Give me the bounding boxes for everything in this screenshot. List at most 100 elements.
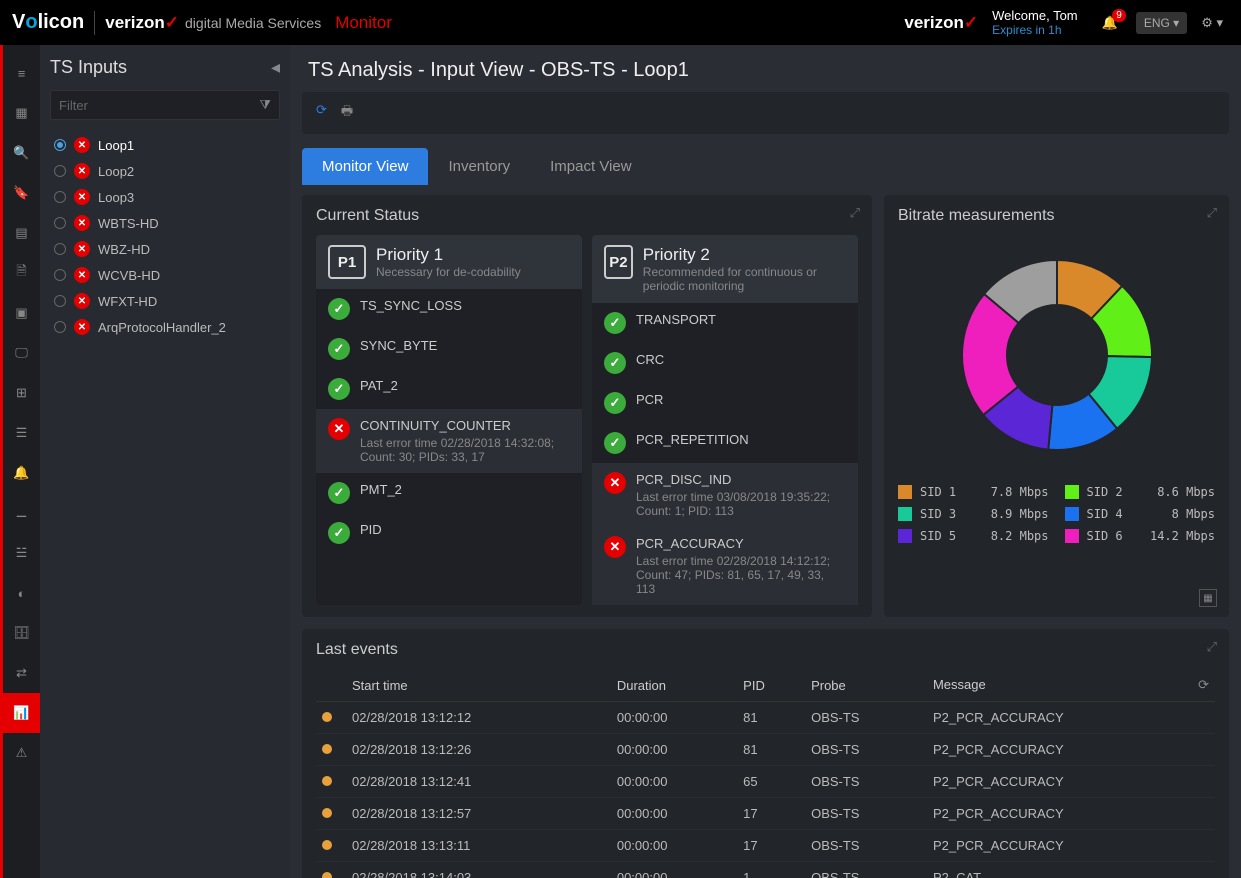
- filter-placeholder: Filter: [59, 98, 88, 113]
- main-area: TS Analysis - Input View - OBS-TS - Loop…: [290, 45, 1241, 878]
- expand-status-button[interactable]: ⤢: [850, 205, 860, 221]
- check-label: CONTINUITY_COUNTER: [360, 418, 570, 433]
- sidebar-item-WBZ-HD[interactable]: ✕ WBZ-HD: [50, 236, 280, 262]
- event-start: 02/28/2018 13:12:26: [346, 734, 611, 766]
- event-row[interactable]: 02/28/2018 13:12:26 00:00:00 81 OBS-TS P…: [316, 734, 1215, 766]
- col-probe[interactable]: Probe: [805, 669, 927, 702]
- check-label: PCR_DISC_IND: [636, 472, 846, 487]
- event-message: P2_PCR_ACCURACY: [927, 798, 1215, 830]
- p2-badge: P2: [604, 245, 633, 279]
- check-icon: ✓: [328, 522, 350, 544]
- check-SYNC_BYTE[interactable]: ✓ SYNC_BYTE: [316, 329, 582, 369]
- check-label: CRC: [636, 352, 664, 367]
- sidebar-item-label: Loop2: [98, 164, 134, 179]
- sidebar-item-Loop3[interactable]: ✕ Loop3: [50, 184, 280, 210]
- sidebar-item-ArqProtocolHandler_2[interactable]: ✕ ArqProtocolHandler_2: [50, 314, 280, 340]
- sidebar-item-label: WFXT-HD: [98, 294, 157, 309]
- tab-impact-view[interactable]: Impact View: [530, 148, 651, 185]
- legend-name: SID 5: [920, 529, 956, 543]
- rail-alarm[interactable]: ⚠: [2, 733, 42, 773]
- rail-voice[interactable]: ⚊: [2, 493, 42, 533]
- radio-icon: [54, 269, 66, 281]
- notifications-button[interactable]: 🔔 9: [1102, 15, 1118, 31]
- event-row[interactable]: 02/28/2018 13:13:11 00:00:00 17 OBS-TS P…: [316, 830, 1215, 862]
- rail-analysis[interactable]: 📊: [2, 693, 42, 733]
- expand-bitrate-button[interactable]: ⤢: [1207, 205, 1217, 221]
- check-TS_SYNC_LOSS[interactable]: ✓ TS_SYNC_LOSS: [316, 289, 582, 329]
- check-icon: ✓: [328, 298, 350, 320]
- check-PCR_DISC_IND[interactable]: ✕ PCR_DISC_IND Last error time 03/08/201…: [592, 463, 858, 527]
- refresh-button[interactable]: ⟳: [316, 102, 327, 124]
- rail-table[interactable]: ▤: [2, 213, 42, 253]
- event-row[interactable]: 02/28/2018 13:12:12 00:00:00 81 OBS-TS P…: [316, 702, 1215, 734]
- check-PID[interactable]: ✓ PID: [316, 513, 582, 553]
- refresh-events-button[interactable]: ⟳: [1198, 677, 1209, 693]
- check-TRANSPORT[interactable]: ✓ TRANSPORT: [592, 303, 858, 343]
- event-duration: 00:00:00: [611, 734, 737, 766]
- check-label: PCR_REPETITION: [636, 432, 749, 447]
- rail-db[interactable]: 🗄: [2, 613, 42, 653]
- tab-inventory[interactable]: Inventory: [428, 148, 530, 185]
- priority1-column: P1 Priority 1 Necessary for de-codabilit…: [316, 235, 582, 605]
- rail-search[interactable]: 🔍: [2, 133, 42, 173]
- rail-list[interactable]: ☰: [2, 413, 42, 453]
- check-CONTINUITY_COUNTER[interactable]: ✕ CONTINUITY_COUNTER Last error time 02/…: [316, 409, 582, 473]
- bitrate-legend: SID 1 7.8 Mbps SID 2 8.6 Mbps SID 3 8.9 …: [898, 485, 1215, 543]
- expand-events-button[interactable]: ⤢: [1207, 639, 1217, 655]
- event-row[interactable]: 02/28/2018 13:12:57 00:00:00 17 OBS-TS P…: [316, 798, 1215, 830]
- check-PCR_REPETITION[interactable]: ✓ PCR_REPETITION: [592, 423, 858, 463]
- p2-subtitle: Recommended for continuous or periodic m…: [643, 265, 846, 293]
- check-PMT_2[interactable]: ✓ PMT_2: [316, 473, 582, 513]
- rail-contrast[interactable]: ◐: [2, 573, 42, 613]
- event-probe: OBS-TS: [805, 830, 927, 862]
- event-row[interactable]: 02/28/2018 13:14:03 00:00:00 1 OBS-TS P2…: [316, 862, 1215, 878]
- collapse-sidebar-button[interactable]: ◂: [271, 57, 280, 78]
- error-icon: ✕: [74, 215, 90, 231]
- error-icon: ✕: [604, 472, 626, 494]
- rail-bookmark[interactable]: 🔖: [2, 173, 42, 213]
- radio-icon: [54, 165, 66, 177]
- legend-swatch: [1065, 485, 1079, 499]
- event-message: P2_CAT: [927, 862, 1215, 878]
- legend-value: 8.2 Mbps: [991, 529, 1049, 543]
- sidebar-item-label: WBZ-HD: [98, 242, 150, 257]
- language-selector[interactable]: ENG ▾: [1136, 12, 1187, 34]
- sidebar-item-WCVB-HD[interactable]: ✕ WCVB-HD: [50, 262, 280, 288]
- check-CRC[interactable]: ✓ CRC: [592, 343, 858, 383]
- sidebar-item-WBTS-HD[interactable]: ✕ WBTS-HD: [50, 210, 280, 236]
- p1-subtitle: Necessary for de-codability: [376, 265, 521, 279]
- rail-grid[interactable]: ▣: [2, 293, 42, 333]
- print-button[interactable]: 🖶: [341, 102, 353, 124]
- rail-monitor[interactable]: 🖵: [2, 333, 42, 373]
- check-PCR_ACCURACY[interactable]: ✕ PCR_ACCURACY Last error time 02/28/201…: [592, 527, 858, 605]
- settings-button[interactable]: ⚙ ▾: [1201, 15, 1223, 31]
- check-PAT_2[interactable]: ✓ PAT_2: [316, 369, 582, 409]
- filter-input[interactable]: Filter ⧩: [50, 90, 280, 120]
- bitrate-donut-chart: [898, 235, 1215, 485]
- tab-monitor-view[interactable]: Monitor View: [302, 148, 428, 185]
- rail-apps[interactable]: ⊞: [2, 373, 42, 413]
- check-label: SYNC_BYTE: [360, 338, 437, 353]
- event-probe: OBS-TS: [805, 798, 927, 830]
- col-start[interactable]: Start time: [346, 669, 611, 702]
- col-pid[interactable]: PID: [737, 669, 805, 702]
- bitrate-table-toggle[interactable]: ▦: [1199, 589, 1217, 607]
- event-duration: 00:00:00: [611, 830, 737, 862]
- bitrate-title: Bitrate measurements: [898, 207, 1215, 225]
- rail-config[interactable]: ⇄: [2, 653, 42, 693]
- rail-menu[interactable]: ≡: [2, 53, 42, 93]
- event-duration: 00:00:00: [611, 862, 737, 878]
- p2-title: Priority 2: [643, 245, 846, 265]
- rail-video[interactable]: ▦: [2, 93, 42, 133]
- sidebar-item-WFXT-HD[interactable]: ✕ WFXT-HD: [50, 288, 280, 314]
- col-message[interactable]: Message⟳: [927, 669, 1215, 702]
- filter-icon: ⧩: [259, 97, 271, 113]
- event-row[interactable]: 02/28/2018 13:12:41 00:00:00 65 OBS-TS P…: [316, 766, 1215, 798]
- sidebar-item-Loop2[interactable]: ✕ Loop2: [50, 158, 280, 184]
- check-PCR[interactable]: ✓ PCR: [592, 383, 858, 423]
- col-duration[interactable]: Duration: [611, 669, 737, 702]
- rail-doc[interactable]: 🗎: [2, 253, 42, 293]
- sidebar-item-Loop1[interactable]: ✕ Loop1: [50, 132, 280, 158]
- rail-alerts[interactable]: 🔔: [2, 453, 42, 493]
- rail-stack[interactable]: ☱: [2, 533, 42, 573]
